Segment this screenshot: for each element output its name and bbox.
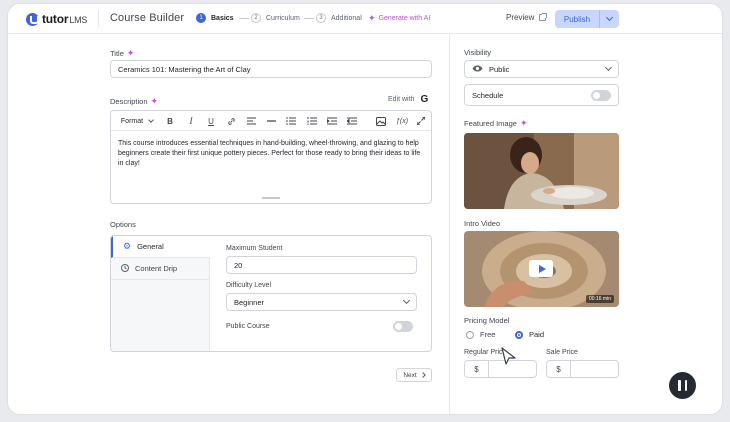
options-label: Options [110,220,136,229]
fullscreen-icon[interactable] [416,115,426,127]
numbered-list-icon[interactable] [306,115,318,127]
publish-dropdown-button[interactable] [599,10,619,28]
currency-symbol: $ [465,361,489,377]
featured-image-label: Featured Image ✦ [464,118,528,129]
chevron-down-icon [148,116,154,123]
difficulty-select[interactable]: Beginner [226,293,417,311]
chevron-down-icon [604,63,613,72]
description-text[interactable]: This course introduces essential techniq… [118,139,424,169]
italic-icon[interactable]: I [185,115,197,127]
bullet-list-icon[interactable] [285,115,297,127]
pause-button[interactable] [669,372,696,399]
top-bar: tutorLMS Course Builder 1 Basics 2 Curri… [8,4,722,34]
play-icon [538,264,546,273]
visibility-label: Visibility [464,48,491,57]
sale-price-field[interactable]: $ [546,360,619,378]
title-label: Title ✦ [110,48,135,59]
clock-icon [121,263,129,274]
step-connector [304,18,314,19]
header-divider [98,10,99,28]
sparkle-icon: ✦ [368,13,376,23]
max-student-label: Maximum Student [226,245,283,252]
next-button[interactable]: Next [396,368,432,382]
generate-with-ai-button[interactable]: ✦ Generate with AI [368,13,430,24]
public-course-toggle[interactable] [393,321,413,332]
pricing-free-option[interactable]: Free [466,330,495,339]
page-title: Course Builder [110,12,185,24]
chevron-down-icon [402,296,411,305]
video-duration: 00:16 min [586,295,614,303]
schedule-row: Schedule [464,84,619,106]
edit-with-ai-button[interactable]: Edit with G [388,94,428,105]
course-builder-window: tutorLMS Course Builder 1 Basics 2 Curri… [8,4,722,414]
gear-icon: ⚙ [123,241,132,251]
description-editor: Format B I U ƒ(x) This course introduces… [110,110,432,204]
options-panel: ⚙ General Content Drip Maximum Student 2… [110,235,432,352]
publish-button[interactable]: Publish [555,10,599,28]
bold-icon[interactable]: B [164,115,176,127]
pricing-model-label: Pricing Model [464,316,510,325]
tab-general[interactable]: ⚙ General [111,236,210,258]
ai-edit-icon: G [420,94,429,105]
editor-toolbar: Format B I U ƒ(x) [111,111,431,131]
tutor-logo[interactable]: tutorLMS [26,12,87,26]
sparkle-icon[interactable]: ✦ [520,118,528,129]
public-course-label: Public Course [226,323,270,330]
image-icon[interactable] [375,115,387,127]
pricing-paid-option[interactable]: Paid [515,330,544,339]
intro-video-label: Intro Video [464,219,501,228]
logo-text: tutor [42,12,69,26]
indent-icon[interactable] [326,115,338,127]
max-student-input[interactable]: 20 [226,256,417,274]
schedule-toggle[interactable] [591,89,611,101]
formula-icon[interactable]: ƒ(x) [395,115,409,127]
step-basics[interactable]: 1 Basics [196,13,234,23]
title-input[interactable]: Ceramics 101: Mastering the Art of Clay [110,60,432,78]
publish-button-group: Publish [555,10,619,28]
chevron-right-icon [419,372,426,378]
tutor-logo-icon [26,12,39,26]
schedule-label: Schedule [472,90,504,100]
step-curriculum[interactable]: 2 Curriculum [251,13,300,23]
outdent-icon[interactable] [346,115,358,127]
format-dropdown[interactable]: Format [117,115,157,127]
step-additional[interactable]: 3 Additional [316,13,362,23]
tab-content-drip[interactable]: Content Drip [111,258,210,280]
pause-icon-bar [684,380,687,391]
radio-paid[interactable] [515,330,523,339]
sale-price-label: Sale Price [546,349,578,356]
panel-divider [449,34,450,414]
link-icon[interactable] [225,115,237,127]
underline-icon[interactable]: U [205,115,217,127]
play-button[interactable] [529,260,553,277]
difficulty-label: Difficulty Level [226,282,272,289]
options-sidebar: ⚙ General Content Drip [111,236,210,351]
logo-sub: LMS [69,15,88,25]
sale-price-input[interactable] [571,361,618,377]
cursor-pointer-icon [500,346,518,371]
visibility-select[interactable]: Public [464,60,619,78]
preview-button[interactable]: Preview [506,13,548,22]
sparkle-icon[interactable]: ✦ [151,96,159,107]
external-link-icon [539,13,548,21]
currency-symbol: $ [547,361,571,377]
featured-image[interactable] [464,133,619,209]
chevron-down-icon [605,13,614,22]
step-connector [239,18,249,19]
radio-free[interactable] [466,330,474,339]
eye-icon [472,65,483,74]
intro-video[interactable]: 00:16 min [464,231,619,307]
align-icon[interactable] [245,115,257,127]
resize-handle[interactable] [262,197,280,199]
description-label: Description ✦ [110,96,159,107]
sparkle-icon[interactable]: ✦ [127,48,135,59]
horizontal-rule-icon[interactable] [265,115,277,127]
pause-icon-bar [678,380,681,391]
